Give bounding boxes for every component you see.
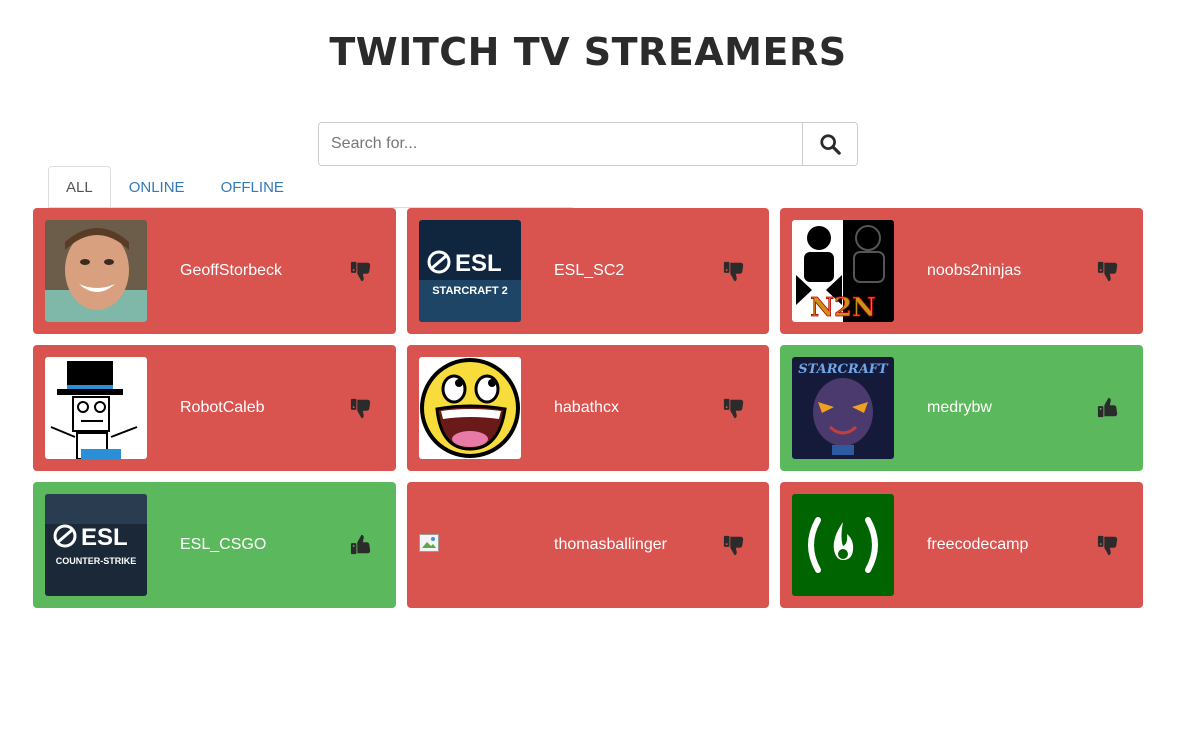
- streamer-name[interactable]: habathcx: [554, 345, 619, 471]
- streamer-grid: GeoffStorbeck ESL STARCRAFT 2 ESL_SC2 N2…: [33, 208, 1143, 608]
- streamer-name[interactable]: medrybw: [927, 345, 992, 471]
- thumbs-down-icon: [350, 261, 371, 282]
- thumbs-down-icon: [1097, 261, 1118, 282]
- streamer-card-esl-sc2[interactable]: ESL STARCRAFT 2 ESL_SC2: [407, 208, 769, 334]
- streamer-avatar: STARCRAFT: [792, 357, 894, 459]
- search-icon: [820, 134, 841, 155]
- streamer-name[interactable]: GeoffStorbeck: [180, 208, 282, 334]
- thumbs-down-icon: [723, 398, 744, 419]
- streamer-avatar: [419, 357, 521, 459]
- thumbs-up-icon: [1097, 397, 1118, 418]
- streamer-name[interactable]: ESL_CSGO: [180, 482, 266, 608]
- streamer-card-esl-csgo[interactable]: ESL COUNTER-STRIKE ESL_CSGO: [33, 482, 396, 608]
- streamer-name[interactable]: freecodecamp: [927, 482, 1028, 608]
- streamer-card-freecodecamp[interactable]: freecodecamp: [780, 482, 1143, 608]
- streamer-card-noobs2ninjas[interactable]: N2N noobs2ninjas: [780, 208, 1143, 334]
- streamer-avatar: [45, 220, 147, 322]
- streamer-card-thomasballinger[interactable]: thomasballinger: [407, 482, 769, 608]
- streamer-avatar: [45, 357, 147, 459]
- esl-game-text: STARCRAFT 2: [432, 285, 508, 297]
- tab-online[interactable]: ONLINE: [111, 166, 203, 208]
- streamer-card-geoffstorbeck[interactable]: GeoffStorbeck: [33, 208, 396, 334]
- streamer-avatar: ESL COUNTER-STRIKE: [45, 494, 147, 596]
- starcraft-logo-text: STARCRAFT: [798, 362, 889, 377]
- streamer-name[interactable]: noobs2ninjas: [927, 208, 1021, 334]
- esl-brand-text: ESL: [455, 250, 502, 277]
- esl-game-text: COUNTER-STRIKE: [56, 556, 137, 566]
- page-title: TWITCH TV STREAMERS: [329, 30, 847, 74]
- thumbs-down-icon: [1097, 535, 1118, 556]
- streamer-avatar: ESL STARCRAFT 2: [419, 220, 521, 322]
- streamer-name[interactable]: thomasballinger: [554, 482, 667, 608]
- thumbs-down-icon: [723, 535, 744, 556]
- search-button[interactable]: [802, 123, 857, 165]
- streamer-name[interactable]: ESL_SC2: [554, 208, 624, 334]
- thumbs-down-icon: [723, 261, 744, 282]
- filter-tabs: ALL ONLINE OFFLINE: [48, 166, 302, 208]
- search-input[interactable]: [319, 123, 802, 165]
- esl-brand-text: ESL: [81, 524, 128, 551]
- streamer-avatar: [792, 494, 894, 596]
- streamer-card-medrybw[interactable]: STARCRAFT medrybw: [780, 345, 1143, 471]
- page: TWITCH TV STREAMERS ALL ONLINE OFFLINE: [0, 0, 1192, 749]
- tab-all[interactable]: ALL: [48, 166, 111, 208]
- streamer-name[interactable]: RobotCaleb: [180, 345, 265, 471]
- thumbs-up-icon: [350, 534, 371, 555]
- streamer-avatar: N2N: [792, 220, 894, 322]
- streamer-card-robotcaleb[interactable]: RobotCaleb: [33, 345, 396, 471]
- tab-offline[interactable]: OFFLINE: [203, 166, 302, 208]
- streamer-card-habathcx[interactable]: habathcx: [407, 345, 769, 471]
- n2n-logo-text: N2N: [810, 293, 876, 322]
- search-bar: [318, 122, 858, 166]
- broken-image-icon: [419, 534, 439, 552]
- thumbs-down-icon: [350, 398, 371, 419]
